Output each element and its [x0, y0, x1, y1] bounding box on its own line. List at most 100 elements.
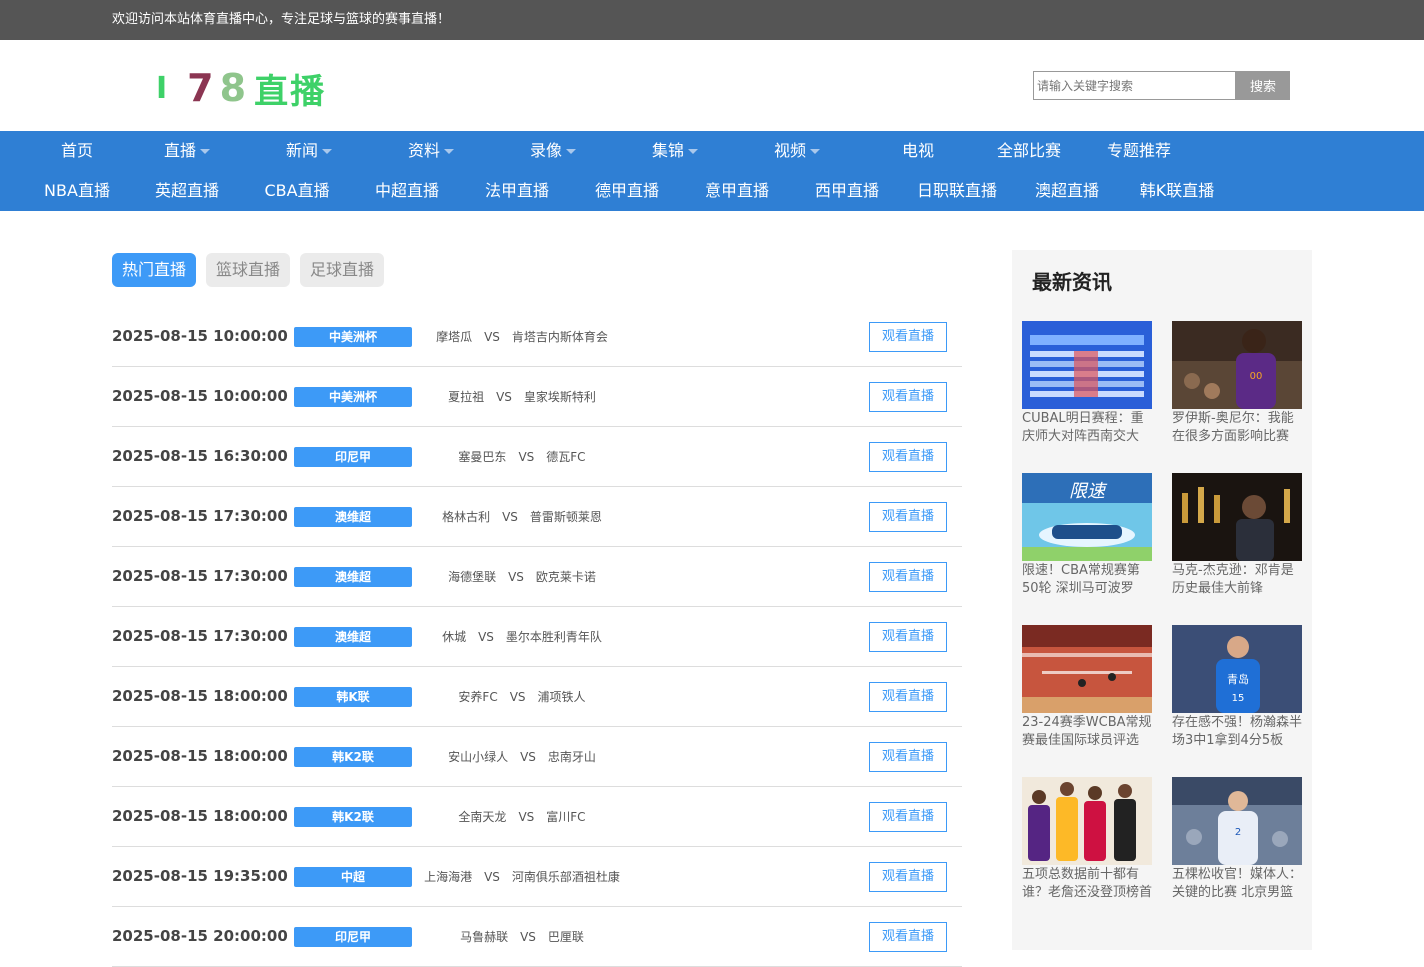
nav-row-leagues: NBA直播 英超直播 CBA直播 中超直播 法甲直播 德甲直播 意甲直播 西甲直播 日职联直播澳…	[0, 171, 1424, 211]
news-card[interactable]: 青岛 15 存在感不强！杨瀚森半场3中1拿到4分5板	[1172, 625, 1302, 750]
home-team[interactable]: 海德堡联	[448, 570, 496, 584]
search-button[interactable]: 搜索	[1236, 71, 1290, 100]
home-team[interactable]: 塞曼巴东	[458, 450, 506, 464]
home-team[interactable]: 休城	[442, 630, 466, 644]
watch-live-button[interactable]: 观看直播	[869, 502, 947, 532]
watch-live-button[interactable]: 观看直播	[869, 322, 947, 352]
news-caption[interactable]: CUBAL明日赛程：重庆师大对阵西南交大	[1022, 410, 1152, 446]
nav-item-2[interactable]: 新闻	[286, 131, 333, 171]
league-nav-item-1[interactable]: 英超直播	[155, 171, 219, 211]
svg-text:2: 2	[1235, 827, 1241, 838]
match-row: 2025-08-15 19:35:00 中超 上海海港 VS 河南俱乐部酒祖杜康 观看直播	[112, 847, 962, 907]
away-team[interactable]: 墨尔本胜利青年队	[506, 630, 602, 644]
away-team[interactable]: 普雷斯顿莱恩	[530, 510, 602, 524]
nav-item-1[interactable]: 直播	[164, 131, 211, 171]
news-caption[interactable]: 存在感不强！杨瀚森半场3中1拿到4分5板	[1172, 714, 1302, 750]
match-teams: 安养FC VS 浦项铁人	[242, 688, 802, 705]
news-thumbnail[interactable]	[1172, 473, 1302, 561]
news-thumbnail[interactable]: 00	[1172, 321, 1302, 409]
tab-2[interactable]: 足球直播	[300, 253, 385, 287]
match-teams: 格林古利 VS 普雷斯顿莱恩	[242, 508, 802, 525]
home-team[interactable]: 摩塔瓜	[436, 330, 472, 344]
watch-live-button[interactable]: 观看直播	[869, 382, 947, 412]
league-nav-item-4[interactable]: 法甲直播	[485, 171, 549, 211]
away-team[interactable]: 浦项铁人	[538, 690, 586, 704]
league-nav-item-9[interactable]: 澳超直播	[1035, 171, 1099, 211]
nav-item-8[interactable]: 全部比赛	[997, 131, 1061, 171]
league-nav-item-7[interactable]: 西甲直播	[815, 171, 879, 211]
news-thumbnail[interactable]: 2	[1172, 777, 1302, 865]
away-team[interactable]: 肯塔吉内斯体育会	[512, 330, 608, 344]
vs-label: VS	[518, 810, 535, 824]
watch-live-button[interactable]: 观看直播	[869, 922, 947, 952]
away-team[interactable]: 忠南牙山	[548, 750, 596, 764]
news-caption[interactable]: 五项总数据前十都有谁？老詹还没登顶榜首	[1022, 866, 1152, 902]
news-thumbnail[interactable]: 青岛 15	[1172, 625, 1302, 713]
watch-live-button[interactable]: 观看直播	[869, 742, 947, 772]
news-caption[interactable]: 限速！CBA常规赛第50轮 深圳马可波罗	[1022, 562, 1152, 598]
away-team[interactable]: 欧克莱卡诺	[536, 570, 596, 584]
news-thumbnail[interactable]: 限速	[1022, 473, 1152, 561]
news-card[interactable]: 马克-杰克逊：邓肯是历史最佳大前锋	[1172, 473, 1302, 598]
news-thumbnail[interactable]	[1022, 625, 1152, 713]
tab-0[interactable]: 热门直播	[112, 253, 197, 287]
home-team[interactable]: 夏拉祖	[448, 390, 484, 404]
away-team[interactable]: 皇家埃斯特利	[524, 390, 596, 404]
league-nav-item-0[interactable]: NBA直播	[44, 171, 110, 211]
watch-live-button[interactable]: 观看直播	[869, 442, 947, 472]
away-team[interactable]: 河南俱乐部酒祖杜康	[512, 870, 620, 884]
news-caption[interactable]: 罗伊斯-奥尼尔：我能在很多方面影响比赛	[1172, 410, 1302, 446]
nav-item-5[interactable]: 集锦	[652, 131, 699, 171]
league-nav-item-10[interactable]: 韩K联直播	[1140, 171, 1215, 211]
league-nav-item-8[interactable]: 日职联直播	[917, 171, 997, 211]
tab-1[interactable]: 篮球直播	[206, 253, 291, 287]
vs-label: VS	[496, 390, 512, 404]
watch-live-button[interactable]: 观看直播	[869, 862, 947, 892]
away-team[interactable]: 富川FC	[546, 810, 585, 824]
match-teams: 马鲁赫联 VS 巴厘联	[242, 928, 802, 945]
nav-item-label: 首页	[60, 141, 94, 160]
news-card[interactable]: 23-24赛季WCBA常规赛最佳国际球员评选	[1022, 625, 1152, 750]
welcome-text: 欢迎访问本站体育直播中心，专注足球与篮球的赛事直播！	[112, 12, 451, 27]
league-nav-item-2[interactable]: CBA直播	[264, 171, 329, 211]
news-thumbnail[interactable]	[1022, 777, 1152, 865]
nav-item-7[interactable]: 电视	[902, 131, 934, 171]
home-team[interactable]: 全南天龙	[458, 810, 506, 824]
watch-live-button[interactable]: 观看直播	[869, 802, 947, 832]
news-card[interactable]: CUBAL明日赛程：重庆师大对阵西南交大	[1022, 321, 1152, 446]
nav-item-6[interactable]: 视频	[774, 131, 821, 171]
news-card[interactable]: 00 罗伊斯-奥尼尔：我能在很多方面影响比赛	[1172, 321, 1302, 446]
svg-text:15: 15	[1232, 693, 1245, 704]
league-nav-item-3[interactable]: 中超直播	[375, 171, 439, 211]
league-nav-item-5[interactable]: 德甲直播	[595, 171, 659, 211]
news-caption[interactable]: 五棵松收官！媒体人：关键的比赛 北京男篮	[1172, 866, 1302, 902]
svg-text:限速: 限速	[1069, 481, 1108, 502]
home-team[interactable]: 马鲁赫联	[460, 930, 508, 944]
watch-live-button[interactable]: 观看直播	[869, 562, 947, 592]
watch-live-button[interactable]: 观看直播	[869, 622, 947, 652]
match-row: 2025-08-15 10:00:00 中美洲杯 夏拉祖 VS 皇家埃斯特利 观看直播	[112, 367, 962, 427]
away-team[interactable]: 巴厘联	[548, 930, 584, 944]
news-card[interactable]: 2 五棵松收官！媒体人：关键的比赛 北京男篮	[1172, 777, 1302, 902]
home-team[interactable]: 安山小绿人	[448, 750, 508, 764]
match-row: 2025-08-15 17:30:00 澳维超 海德堡联 VS 欧克莱卡诺 观看直播	[112, 547, 962, 607]
home-team[interactable]: 格林古利	[442, 510, 490, 524]
match-row: 2025-08-15 20:00:00 印尼甲 马鲁赫联 VS 巴厘联 观看直播	[112, 907, 962, 967]
news-thumbnail[interactable]	[1022, 321, 1152, 409]
watch-live-button[interactable]: 观看直播	[869, 682, 947, 712]
site-logo[interactable]: I 7 8 直播	[156, 66, 326, 112]
nav-item-4[interactable]: 录像	[530, 131, 577, 171]
news-card[interactable]: 五项总数据前十都有谁？老詹还没登顶榜首	[1022, 777, 1152, 902]
home-team[interactable]: 上海海港	[424, 870, 472, 884]
vs-label: VS	[502, 510, 518, 524]
nav-item-3[interactable]: 资料	[408, 131, 455, 171]
home-team[interactable]: 安养FC	[458, 690, 497, 704]
search-input[interactable]	[1033, 71, 1237, 100]
league-nav-item-6[interactable]: 意甲直播	[705, 171, 769, 211]
news-caption[interactable]: 23-24赛季WCBA常规赛最佳国际球员评选	[1022, 714, 1152, 750]
nav-item-9[interactable]: 专题推荐	[1107, 131, 1171, 171]
away-team[interactable]: 德瓦FC	[546, 450, 585, 464]
nav-item-0[interactable]: 首页	[61, 131, 93, 171]
news-card[interactable]: 限速限速！CBA常规赛第50轮 深圳马可波罗	[1022, 473, 1152, 598]
news-caption[interactable]: 马克-杰克逊：邓肯是历史最佳大前锋	[1172, 562, 1302, 598]
